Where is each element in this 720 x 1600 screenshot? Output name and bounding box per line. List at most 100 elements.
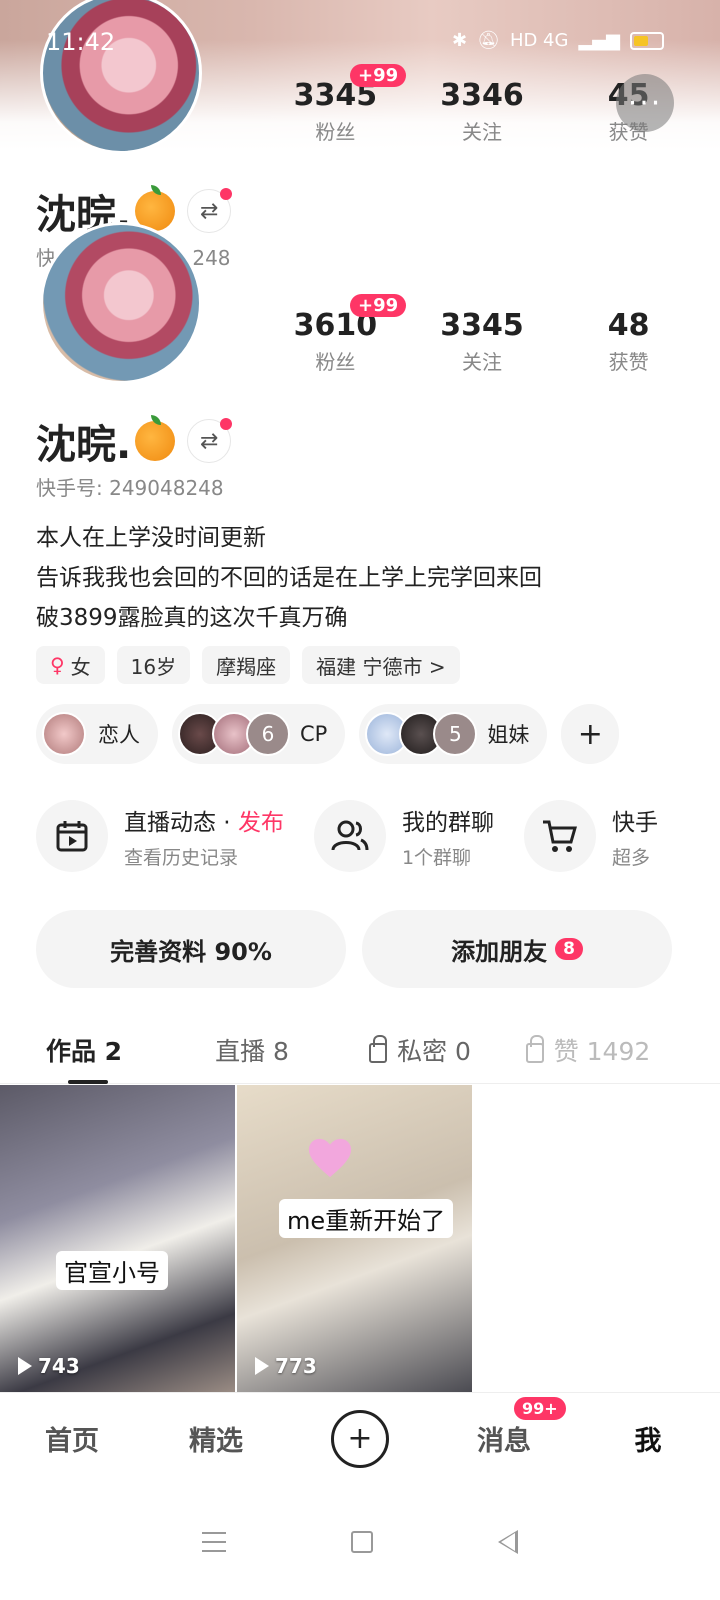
profile-stats: 3610 粉丝 +99 3345 关注 48 获赞 xyxy=(262,294,702,375)
bio-line: 本人在上学没时间更新 xyxy=(36,525,266,551)
cta-row: 完善资料 90% 添加朋友 8 xyxy=(36,910,672,988)
ghost-following-label: 关注 xyxy=(462,120,502,144)
cp-count: 6 xyxy=(246,712,290,756)
relation-label: 恋人 xyxy=(98,723,140,747)
feature-live-title: 直播动态 · 发布 xyxy=(124,809,284,836)
bluetooth-icon: ✱ xyxy=(451,30,468,51)
complete-profile-button[interactable]: 完善资料 90% xyxy=(36,910,346,988)
messages-badge: 99+ xyxy=(512,1395,568,1422)
ghost-stat-followers: 3345 粉丝 +99 xyxy=(262,64,409,145)
female-icon: ♀ xyxy=(50,653,65,677)
relation-cp[interactable]: 6 CP xyxy=(172,704,346,764)
lock-icon xyxy=(369,1035,388,1063)
user-id[interactable]: 快手号: 249048248 xyxy=(36,472,224,501)
content-tabs: 作品 2 直播 8 私密 0 赞 1492 xyxy=(0,1018,720,1084)
tab-liked[interactable]: 赞 1492 xyxy=(504,1018,672,1083)
signal-icon: ▂▄▆ xyxy=(578,30,620,51)
video-caption: 官宣小号 xyxy=(56,1251,168,1290)
bio: 本人在上学没时间更新 告诉我我也会回的不回的话是在上学上完学回来回 破3899露… xyxy=(36,518,542,638)
name-row: 沈晥. ⇄ xyxy=(36,412,233,470)
nav-home[interactable]: 首页 xyxy=(0,1419,144,1458)
feature-group-chat[interactable]: 我的群聊 1个群聊 xyxy=(313,800,494,872)
menu-icon[interactable] xyxy=(202,1532,227,1552)
relations-row: 恋人 6 CP 5 姐妹 + xyxy=(36,704,620,764)
home-icon[interactable] xyxy=(350,1531,373,1553)
lover-avatar xyxy=(42,712,86,756)
likes-count: 48 xyxy=(607,308,650,343)
feature-group-title: 我的群聊 xyxy=(401,809,494,836)
relation-label: CP xyxy=(300,722,328,746)
bio-line: 告诉我我也会回的不回的话是在上学上完学回来回 xyxy=(36,565,542,591)
network-label: HD 4G xyxy=(509,30,569,51)
following-count: 3345 xyxy=(440,308,524,343)
mute-icon: 🔕︎ xyxy=(477,30,500,51)
feature-shop[interactable]: 快手 超多 xyxy=(523,800,658,872)
tab-private[interactable]: 私密 0 xyxy=(336,1018,504,1083)
tag-gender: ♀ 女 xyxy=(36,646,105,684)
tab-live[interactable]: 直播 8 xyxy=(168,1018,336,1083)
lock-icon xyxy=(525,1035,544,1063)
likes-label: 获赞 xyxy=(608,350,649,374)
status-bar: 11:42 ✱ 🔕︎ HD 4G ▂▄▆ xyxy=(0,0,720,86)
bottom-nav: 首页 精选 + 消息 99+ 我 xyxy=(0,1392,720,1484)
tab-works[interactable]: 作品 2 xyxy=(0,1018,168,1084)
relation-label: 姐妹 xyxy=(487,723,530,747)
calendar-play-icon xyxy=(36,800,108,872)
following-label: 关注 xyxy=(462,350,502,374)
system-navigation xyxy=(0,1484,720,1600)
video-caption: me重新开始了 xyxy=(279,1199,454,1238)
bio-line: 破3899露脸真的这次千真万确 xyxy=(36,605,348,631)
video-grid: 官宣小号 743 me重新开始了 773 xyxy=(0,1085,720,1392)
play-icon xyxy=(255,1357,269,1375)
gender-label: 女 xyxy=(70,654,91,679)
followers-badge: +99 xyxy=(350,294,407,317)
feature-row: 直播动态 · 发布 查看历史记录 我的群聊 1个群聊 快手 超多 xyxy=(36,800,720,872)
tab-private-label: 私密 0 xyxy=(397,1037,471,1066)
more-options-button[interactable]: ··· xyxy=(616,74,674,132)
add-friends-button[interactable]: 添加朋友 8 xyxy=(362,910,672,988)
ghost-id-tail: 248 xyxy=(192,246,231,270)
sister-count: 5 xyxy=(433,712,478,756)
relation-lover[interactable]: 恋人 xyxy=(36,704,158,764)
ghost-stat-following: 3346 关注 xyxy=(409,78,556,145)
feature-group-sub: 1个群聊 xyxy=(401,846,472,869)
notification-dot xyxy=(220,418,233,430)
heart-icon xyxy=(308,1138,352,1178)
video-thumbnail[interactable]: 官宣小号 743 xyxy=(0,1085,235,1392)
tag-age: 16岁 xyxy=(116,646,191,684)
group-icon xyxy=(313,800,386,872)
profile-name: 沈晥. xyxy=(36,422,132,468)
back-icon[interactable] xyxy=(497,1530,518,1554)
followers-label: 粉丝 xyxy=(315,350,356,374)
status-indicators: ✱ 🔕︎ HD 4G ▂▄▆ xyxy=(452,30,664,51)
ghost-followers-label: 粉丝 xyxy=(315,120,356,144)
play-icon xyxy=(18,1357,32,1375)
add-friends-label: 添加朋友 xyxy=(451,937,548,966)
battery-icon xyxy=(630,31,664,50)
feature-shop-title: 快手 xyxy=(611,809,658,836)
tag-location[interactable]: 福建 宁德市 > xyxy=(302,646,460,684)
tab-liked-label: 赞 1492 xyxy=(553,1037,651,1066)
stat-following[interactable]: 3345 关注 xyxy=(409,308,556,375)
relation-sisters[interactable]: 5 姐妹 xyxy=(359,704,548,764)
switch-account-button[interactable]: ⇄ xyxy=(187,418,233,463)
ghost-switch-account-icon: ⇄ xyxy=(187,188,233,233)
cart-icon xyxy=(523,800,596,872)
feature-live-sub: 查看历史记录 xyxy=(124,846,239,869)
add-relation-button[interactable]: + xyxy=(561,704,620,764)
avatar[interactable] xyxy=(40,222,202,384)
stat-followers[interactable]: 3610 粉丝 +99 xyxy=(262,294,409,375)
publish-link[interactable]: 发布 xyxy=(238,810,284,836)
view-count: 743 xyxy=(18,1354,80,1378)
feature-live[interactable]: 直播动态 · 发布 查看历史记录 xyxy=(36,800,284,872)
nav-featured[interactable]: 精选 xyxy=(144,1419,288,1458)
nav-messages[interactable]: 消息 99+ xyxy=(432,1395,576,1458)
view-count: 773 xyxy=(255,1354,317,1378)
profile-tags: ♀ 女 16岁 摩羯座 福建 宁德市 > xyxy=(36,646,460,684)
video-thumbnail[interactable]: me重新开始了 773 xyxy=(237,1085,472,1392)
nav-me[interactable]: 我 xyxy=(576,1419,720,1458)
nav-messages-label: 消息 xyxy=(477,1426,531,1457)
orange-emoji-icon xyxy=(135,415,176,461)
nav-create[interactable]: + xyxy=(288,1409,432,1468)
stat-likes[interactable]: 48 获赞 xyxy=(555,308,702,375)
